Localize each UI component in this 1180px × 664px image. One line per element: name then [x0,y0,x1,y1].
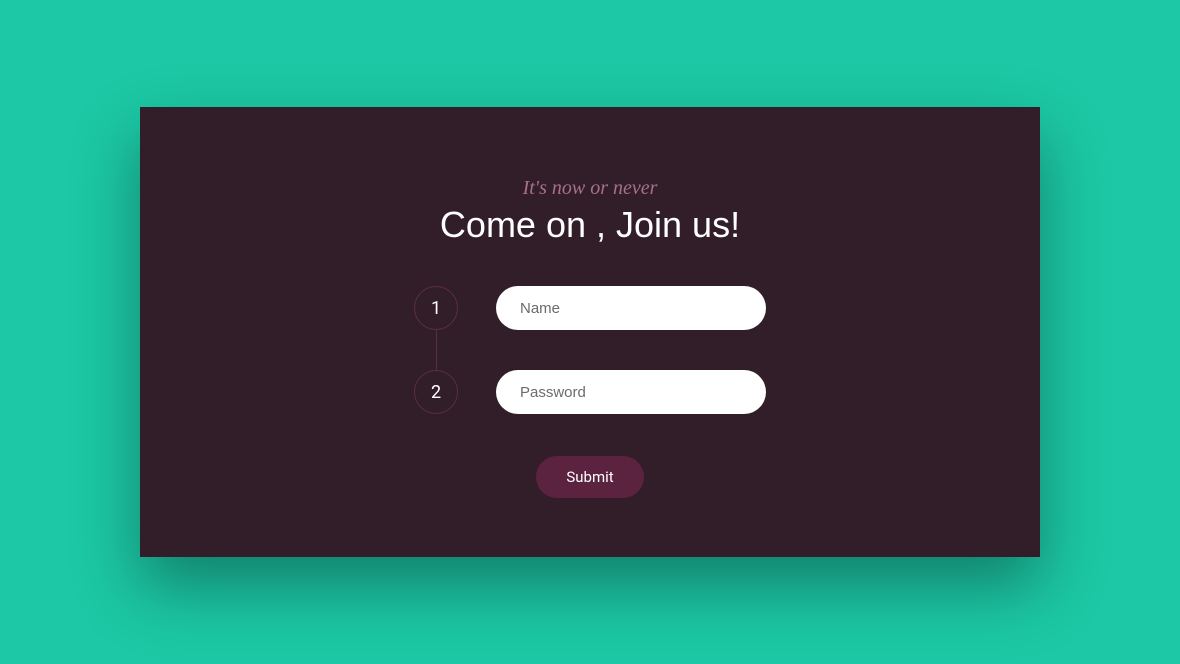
password-input[interactable] [496,370,766,414]
signup-card: It's now or never Come on , Join us! 1 2… [140,107,1040,557]
step-indicator-1: 1 [414,286,458,330]
submit-button[interactable]: Submit [536,456,643,498]
title-text: Come on , Join us! [440,204,740,246]
field-row-password: 2 [414,370,766,414]
step-indicator-2: 2 [414,370,458,414]
name-input[interactable] [496,286,766,330]
subtitle-text: It's now or never [523,177,658,200]
signup-form: 1 2 Submit [414,286,766,498]
step-connector [436,330,437,370]
field-row-name: 1 [414,286,766,330]
